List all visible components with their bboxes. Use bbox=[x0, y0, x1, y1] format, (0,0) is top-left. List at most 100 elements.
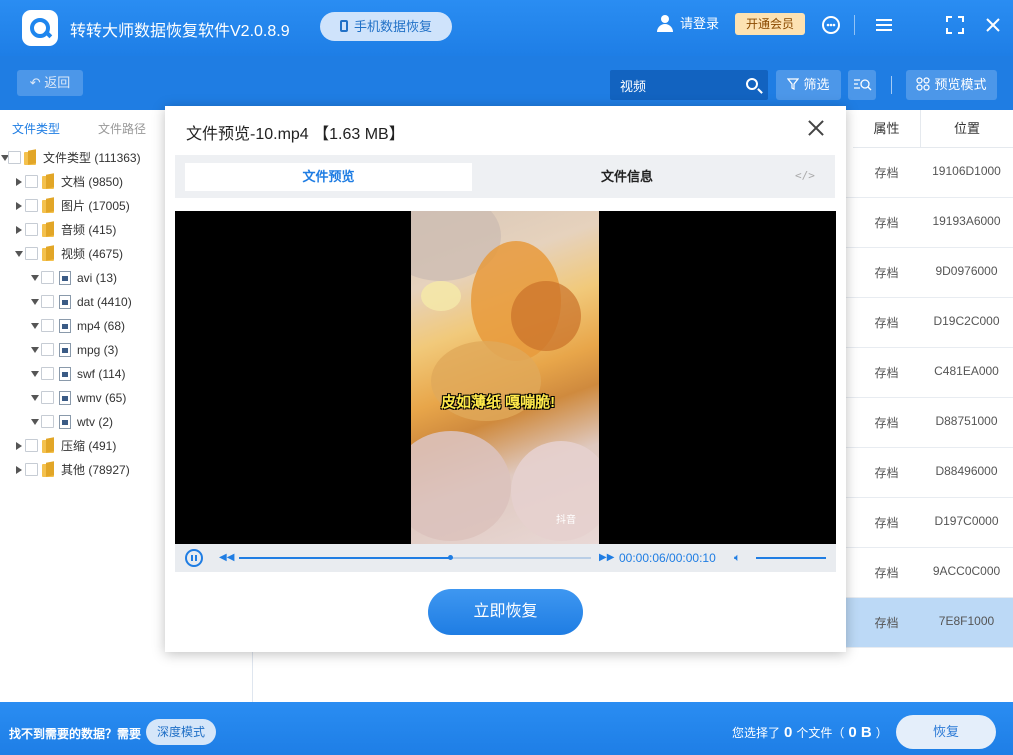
caret-down-icon[interactable] bbox=[15, 251, 23, 257]
tree-item-label: dat (4410) bbox=[77, 295, 132, 309]
tree-item-label: mpg (3) bbox=[77, 343, 119, 357]
folder-icon bbox=[42, 246, 56, 261]
volume-slider[interactable] bbox=[756, 557, 826, 559]
menu-icon[interactable] bbox=[873, 14, 895, 36]
filter-button[interactable]: 筛选 bbox=[776, 70, 841, 100]
folder-icon bbox=[42, 462, 56, 477]
filter-label: 筛选 bbox=[803, 77, 830, 92]
selected-prefix: 您选择了 bbox=[732, 726, 781, 740]
pause-icon[interactable] bbox=[185, 549, 203, 567]
tree-checkbox[interactable] bbox=[25, 175, 38, 188]
tree-checkbox[interactable] bbox=[25, 439, 38, 452]
video-player[interactable]: 皮如薄纸 嘎嘣脆! 抖音 bbox=[175, 211, 836, 544]
tree-item-label: swf (114) bbox=[77, 367, 126, 381]
tree-checkbox[interactable] bbox=[25, 463, 38, 476]
folder-icon bbox=[42, 438, 56, 453]
caret-right-icon[interactable] bbox=[16, 442, 22, 450]
caret-down-icon[interactable] bbox=[31, 299, 39, 305]
grid-icon bbox=[916, 77, 931, 91]
cell-attr: 存档 bbox=[874, 166, 899, 180]
tree-item-label: 视频 (4675) bbox=[61, 247, 124, 261]
video-file-icon bbox=[59, 295, 71, 309]
caret-down-icon[interactable] bbox=[31, 347, 39, 353]
cell-position: D197C0000 bbox=[934, 514, 999, 528]
tab-file-type[interactable]: 文件类型 bbox=[12, 120, 60, 137]
mobile-recovery-button[interactable]: 手机数据恢复 bbox=[320, 12, 452, 41]
restore-now-button[interactable]: 立即恢复 bbox=[428, 589, 583, 635]
cell-position: 19193A6000 bbox=[932, 214, 1001, 228]
column-header-attr[interactable]: 属性 bbox=[853, 110, 920, 148]
search-filter-button[interactable] bbox=[848, 70, 876, 100]
tree-checkbox[interactable] bbox=[25, 247, 38, 260]
forward-icon[interactable]: ▶▶ bbox=[599, 551, 614, 565]
playback-time: 00:00:06/00:00:10 bbox=[619, 551, 716, 565]
tree-checkbox[interactable] bbox=[41, 367, 54, 380]
close-icon[interactable] bbox=[806, 118, 826, 138]
tree-checkbox[interactable] bbox=[25, 199, 38, 212]
caret-down-icon[interactable] bbox=[31, 323, 39, 329]
code-icon[interactable]: </> bbox=[795, 169, 815, 182]
caret-right-icon[interactable] bbox=[16, 466, 22, 474]
caret-right-icon[interactable] bbox=[16, 202, 22, 210]
support-icon[interactable] bbox=[820, 14, 842, 36]
tree-checkbox[interactable] bbox=[25, 223, 38, 236]
tab-file-preview[interactable]: 文件预览 bbox=[185, 163, 472, 191]
preview-mode-label: 预览模式 bbox=[934, 77, 987, 92]
deep-mode-button[interactable]: 深度模式 bbox=[146, 719, 216, 745]
seek-bar[interactable] bbox=[239, 555, 591, 560]
login-label: 请登录 bbox=[680, 16, 720, 31]
search-icon[interactable] bbox=[746, 78, 758, 90]
preview-dialog: 文件预览-10.mp4 【1.63 MB】 文件预览 文件信息 </> 皮如薄纸… bbox=[165, 106, 846, 652]
filter-icon bbox=[787, 78, 800, 90]
tab-file-path[interactable]: 文件路径 bbox=[98, 120, 146, 137]
caret-right-icon[interactable] bbox=[16, 178, 22, 186]
caret-right-icon[interactable] bbox=[16, 226, 22, 234]
seek-progress bbox=[239, 557, 451, 559]
caret-down-icon[interactable] bbox=[31, 371, 39, 377]
dialog-title: 文件预览-10.mp4 【1.63 MB】 bbox=[186, 126, 405, 143]
recover-button[interactable]: 恢复 bbox=[896, 715, 996, 749]
cell-position: 19106D1000 bbox=[932, 164, 1001, 178]
caret-down-icon[interactable] bbox=[31, 395, 39, 401]
column-header-pos[interactable]: 位置 bbox=[920, 110, 1013, 148]
volume-icon[interactable]: 🔈︎ bbox=[734, 551, 741, 565]
tree-checkbox[interactable] bbox=[41, 271, 54, 284]
video-file-icon bbox=[59, 343, 71, 357]
search-box[interactable] bbox=[610, 70, 768, 100]
cell-position: D88496000 bbox=[935, 464, 998, 478]
tree-item-label: wtv (2) bbox=[77, 415, 113, 429]
seek-thumb[interactable] bbox=[448, 555, 454, 560]
tree-checkbox[interactable] bbox=[41, 319, 54, 332]
cell-attr: 存档 bbox=[874, 216, 899, 230]
tree-checkbox[interactable] bbox=[41, 343, 54, 356]
tree-checkbox[interactable] bbox=[41, 295, 54, 308]
cell-attr: 存档 bbox=[874, 616, 899, 630]
cell-attr: 存档 bbox=[874, 266, 899, 280]
tab-file-info[interactable]: 文件信息 bbox=[527, 163, 727, 191]
folder-icon bbox=[42, 222, 56, 237]
user-icon bbox=[656, 14, 674, 32]
caret-down-icon[interactable] bbox=[31, 275, 39, 281]
tree-item-label: 其他 (78927) bbox=[61, 463, 130, 477]
selected-suffix: ） bbox=[875, 726, 888, 740]
toolbar: ↶ 返回 筛选 预览模式 bbox=[0, 56, 1013, 110]
login-link[interactable]: 请登录 bbox=[656, 14, 719, 34]
back-button[interactable]: ↶ 返回 bbox=[17, 70, 83, 96]
search-input[interactable] bbox=[610, 70, 740, 100]
fullscreen-icon[interactable] bbox=[944, 14, 966, 36]
caret-down-icon[interactable] bbox=[31, 419, 39, 425]
tree-checkbox[interactable] bbox=[8, 151, 21, 164]
tree-checkbox[interactable] bbox=[41, 415, 54, 428]
selection-info: 您选择了 0 个文件（ 0 B） bbox=[732, 724, 888, 741]
close-app-icon[interactable] bbox=[982, 14, 1004, 36]
preview-mode-button[interactable]: 预览模式 bbox=[906, 70, 997, 100]
mobile-recovery-label: 手机数据恢复 bbox=[353, 19, 432, 34]
rewind-icon[interactable]: ◀◀ bbox=[219, 551, 234, 565]
cell-position: D19C2C000 bbox=[933, 314, 1000, 328]
vip-button[interactable]: 开通会员 bbox=[735, 13, 805, 35]
title-separator bbox=[854, 15, 855, 35]
app-logo-icon bbox=[22, 10, 58, 46]
tree-checkbox[interactable] bbox=[41, 391, 54, 404]
toolbar-separator bbox=[891, 76, 892, 94]
video-file-icon bbox=[59, 271, 71, 285]
